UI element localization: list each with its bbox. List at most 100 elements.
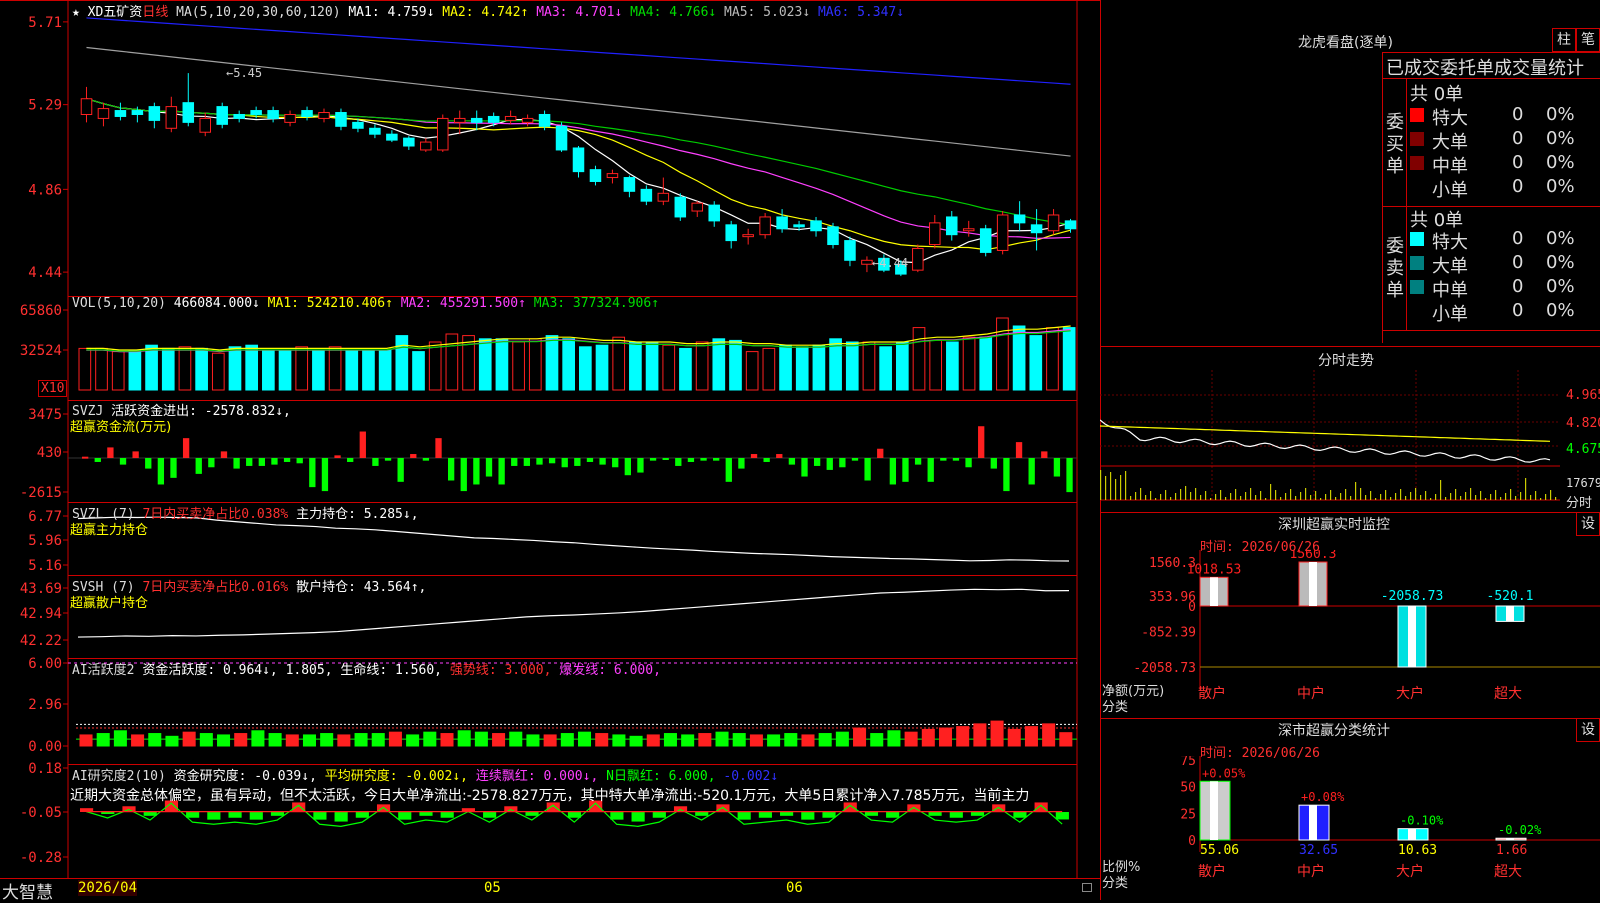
candle-body[interactable]	[453, 117, 466, 123]
ai1-bar[interactable]	[182, 731, 196, 747]
svzj-bar[interactable]	[877, 448, 884, 458]
ai1-bar[interactable]	[388, 731, 402, 747]
ai2-bar[interactable]	[737, 812, 751, 820]
volume-bar[interactable]	[645, 341, 659, 391]
fenshi-chart[interactable]	[1100, 370, 1600, 510]
ai2-bar[interactable]	[249, 812, 263, 820]
svzj-bar[interactable]	[965, 458, 972, 468]
svzj-bar[interactable]	[978, 426, 985, 458]
svzj-bar[interactable]	[321, 458, 329, 492]
ai1-bar[interactable]	[492, 733, 506, 747]
ai2-bar[interactable]	[949, 812, 963, 818]
period-label[interactable]: 日线	[142, 5, 168, 20]
volume-bar[interactable]	[1046, 327, 1059, 391]
volume-bar[interactable]	[128, 349, 142, 391]
volume-bar[interactable]	[679, 347, 692, 391]
volume-bar[interactable]	[545, 335, 559, 391]
svzj-bar[interactable]	[637, 458, 644, 473]
volume-bar[interactable]	[445, 333, 459, 391]
svzj-bar[interactable]	[574, 458, 581, 466]
volume-bar[interactable]	[929, 339, 943, 391]
candle-body[interactable]	[996, 214, 1009, 251]
svzj-bar[interactable]	[473, 458, 480, 485]
ai1-bar[interactable]	[629, 735, 643, 747]
ai2-bar[interactable]	[419, 812, 433, 816]
candle-body[interactable]	[555, 125, 568, 151]
ai1-bar[interactable]	[853, 727, 867, 747]
ai1-bar[interactable]	[681, 734, 695, 747]
svzj-bar[interactable]	[561, 458, 568, 468]
volume-bar[interactable]	[245, 344, 259, 391]
ai1-bar[interactable]	[560, 733, 574, 747]
volume-bar[interactable]	[262, 349, 275, 391]
candle-body[interactable]	[1047, 214, 1060, 232]
svzj-bar[interactable]	[826, 458, 833, 470]
volume-bar[interactable]	[1062, 327, 1076, 391]
svzj-bar[interactable]	[384, 458, 392, 461]
ai1-bar[interactable]	[767, 734, 781, 747]
svzj-bar[interactable]	[258, 458, 265, 466]
ai1-bar[interactable]	[234, 733, 248, 747]
svzj-bar[interactable]	[94, 458, 101, 462]
ai1-bar[interactable]	[285, 734, 299, 747]
classify-chart[interactable]: 75 50 25 0 +0.05% 55.06 散户 +0.08% 32.65 中户 -0.10% 1…	[1100, 756, 1600, 900]
ai2-bar[interactable]	[610, 812, 624, 820]
candle-body[interactable]	[114, 110, 127, 117]
candle-body[interactable]	[623, 177, 636, 192]
candle-body[interactable]	[929, 222, 941, 246]
svzj-bar[interactable]	[864, 458, 871, 481]
svzj-bar[interactable]	[599, 458, 606, 465]
volume-bar[interactable]	[278, 349, 292, 391]
svzj-bar[interactable]	[990, 458, 997, 469]
volume-bar[interactable]	[195, 347, 208, 391]
candle-body[interactable]	[199, 117, 212, 133]
svzj-bar[interactable]	[208, 458, 215, 468]
volume-bar[interactable]	[378, 349, 392, 391]
ai2-bar[interactable]	[780, 812, 794, 816]
volume-bar[interactable]	[996, 317, 1009, 391]
volume-bar[interactable]	[895, 341, 909, 391]
volume-bar[interactable]	[512, 341, 525, 391]
svzj-bar[interactable]	[220, 451, 228, 458]
ai1-bar[interactable]	[973, 723, 987, 747]
svzj-bar[interactable]	[410, 454, 417, 458]
candle-body[interactable]	[844, 240, 856, 261]
ai1-bar[interactable]	[801, 734, 815, 747]
candle-body[interactable]	[810, 220, 822, 232]
monitor-chart[interactable]: 1560.3353.960-852.39-2058.731018.531560.…	[1100, 550, 1600, 710]
svzj-bar[interactable]	[687, 458, 695, 462]
ai2-bar[interactable]	[801, 812, 815, 820]
svzj-bar[interactable]	[738, 458, 745, 469]
ai2-bar[interactable]	[928, 812, 942, 816]
svzj-bar[interactable]	[523, 458, 531, 466]
ai1-bar[interactable]	[131, 734, 145, 747]
ai1-bar[interactable]	[749, 734, 763, 747]
svzj-bar[interactable]	[246, 458, 253, 466]
ai1-bar[interactable]	[526, 734, 540, 747]
svzj-bar[interactable]	[940, 458, 947, 461]
volume-bar[interactable]	[145, 344, 158, 391]
svzj-bar[interactable]	[675, 458, 682, 466]
bar-mode-button[interactable]: 柱	[1552, 28, 1576, 52]
candle-body[interactable]	[691, 202, 704, 212]
ai2-bar[interactable]	[186, 812, 200, 818]
candle-body[interactable]	[470, 117, 483, 123]
tick-mode-button[interactable]: 笔	[1576, 28, 1600, 52]
svzj-bar[interactable]	[952, 458, 960, 461]
svzj-bar[interactable]	[283, 458, 291, 462]
ai1-bar[interactable]	[543, 734, 557, 747]
svzj-bar[interactable]	[1015, 442, 1023, 458]
lock-icon[interactable]	[1082, 883, 1092, 892]
ai2-bar[interactable]	[864, 812, 879, 816]
volume-bar[interactable]	[712, 338, 726, 391]
volume-bar[interactable]	[312, 349, 325, 391]
ai1-bar[interactable]	[698, 733, 712, 747]
ai1-bar[interactable]	[990, 720, 1004, 747]
ai2-bar[interactable]	[440, 812, 454, 818]
ai1-bar[interactable]	[1059, 732, 1073, 747]
volume-bar[interactable]	[979, 336, 993, 391]
ai2-bar[interactable]	[355, 812, 369, 818]
ai1-bar[interactable]	[148, 733, 162, 747]
candle-body[interactable]	[827, 226, 839, 246]
svzj-bar[interactable]	[788, 458, 796, 465]
